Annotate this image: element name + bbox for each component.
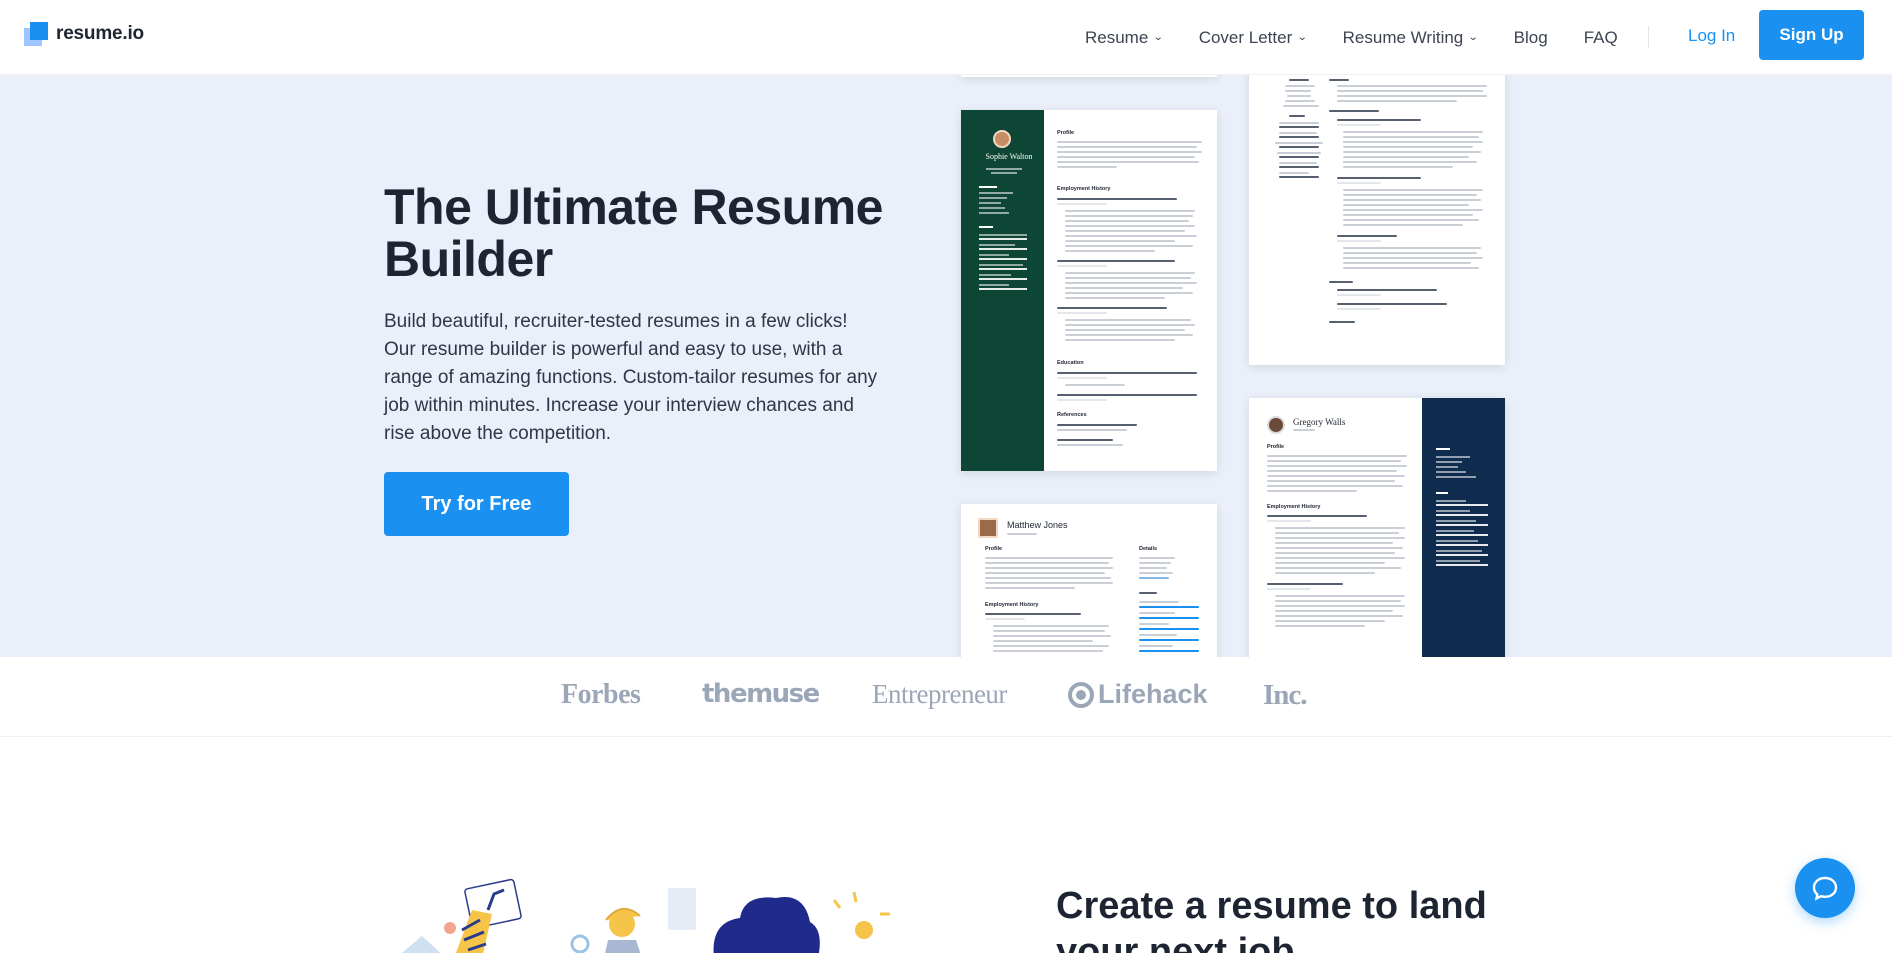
- entrepreneur-logo: Entrepreneur: [872, 679, 1007, 709]
- login-link[interactable]: Log In: [1688, 26, 1735, 46]
- resume-section-heading: Profile: [985, 546, 1003, 552]
- lifehack-logo: Lifehack: [1068, 679, 1208, 710]
- resume-section-heading: Employment History: [985, 602, 1039, 608]
- hero-illustration: [401, 878, 890, 953]
- nav-divider: [1648, 26, 1649, 48]
- inc-logo: Inc.: [1263, 679, 1308, 711]
- nav-item-label: FAQ: [1583, 27, 1618, 47]
- resume-name: Sophie Walton: [985, 152, 1033, 161]
- resume-section-heading: Employment History: [1057, 186, 1111, 192]
- nav-item-label: Cover Letter: [1198, 27, 1293, 47]
- resume-io-logo-icon: [24, 22, 48, 46]
- resume-side-heading: [1436, 448, 1450, 450]
- resume-section-heading: Education: [1057, 360, 1084, 366]
- signup-button[interactable]: Sign Up: [1759, 10, 1864, 60]
- resume-sample-card[interactable]: [961, 75, 1217, 77]
- avatar: [978, 518, 998, 538]
- avatar: [993, 130, 1011, 148]
- nav-item-cover-letter[interactable]: Cover Letter ⌄: [1198, 27, 1308, 48]
- brand-name: resume.io: [56, 23, 144, 44]
- chevron-down-icon: ⌄: [1468, 32, 1479, 43]
- resume-section-heading: Profile: [1267, 444, 1285, 450]
- brand-logo[interactable]: resume.io: [24, 22, 144, 46]
- nav-item-faq[interactable]: FAQ: [1584, 28, 1618, 48]
- press-logos: Forbes themuse Entrepreneur Lifehack Inc…: [0, 657, 1892, 737]
- nav-item-resume[interactable]: Resume ⌄: [1085, 27, 1164, 48]
- resume-section-heading: Profile: [1057, 130, 1075, 136]
- try-for-free-button[interactable]: Try for Free: [384, 472, 569, 536]
- resume-name: Gregory Walls: [1293, 417, 1346, 427]
- lifehack-wordmark: Lifehack: [1098, 679, 1208, 709]
- resume-sidebar: Sophie Walton: [961, 110, 1044, 471]
- chevron-down-icon: ⌄: [1296, 32, 1308, 43]
- forbes-logo: Forbes: [561, 679, 641, 710]
- resume-section-heading: Employment History: [1267, 504, 1321, 510]
- nav-links: Resume ⌄ Cover Letter ⌄ Resume Writing ⌄ Bl…: [1085, 0, 1654, 75]
- section-title: Create a resume to land your next job: [1056, 885, 1487, 953]
- resume-side-heading: Details: [1139, 546, 1158, 552]
- resume-sample-card[interactable]: [1249, 75, 1505, 365]
- avatar: [1267, 416, 1285, 434]
- nav-item-label: Resume Writing: [1342, 27, 1464, 47]
- nav-item-label: Blog: [1513, 27, 1548, 47]
- chat-bubble-icon: [1812, 876, 1838, 901]
- resume-sample-card[interactable]: Gregory Walls Profile Employment History: [1249, 398, 1505, 657]
- chevron-down-icon: ⌄: [1153, 32, 1164, 43]
- hero-title: The Ultimate Resume Builder: [384, 179, 883, 287]
- themuse-logo: themuse: [702, 679, 820, 709]
- resume-sidebar: [1422, 398, 1505, 657]
- top-navigation: resume.io Resume ⌄ Cover Letter ⌄ Resume W…: [0, 0, 1892, 75]
- resume-sample-card[interactable]: Matthew Jones Profile Employment History…: [961, 504, 1217, 657]
- nav-item-resume-writing[interactable]: Resume Writing ⌄: [1342, 27, 1479, 48]
- nav-item-blog[interactable]: Blog: [1514, 28, 1548, 48]
- resume-name: Matthew Jones: [1007, 520, 1068, 530]
- nav-item-label: Resume: [1085, 27, 1149, 47]
- hero-description: Build beautiful, recruiter-tested resume…: [384, 311, 878, 444]
- resume-sample-card[interactable]: Sophie Walton Profile Employment History: [961, 110, 1217, 471]
- resume-section-heading: References: [1057, 412, 1087, 418]
- lifehack-ring-icon: [1068, 681, 1094, 708]
- hero-section: The Ultimate Resume Builder Build beauti…: [0, 75, 1892, 657]
- chat-button[interactable]: [1795, 858, 1855, 918]
